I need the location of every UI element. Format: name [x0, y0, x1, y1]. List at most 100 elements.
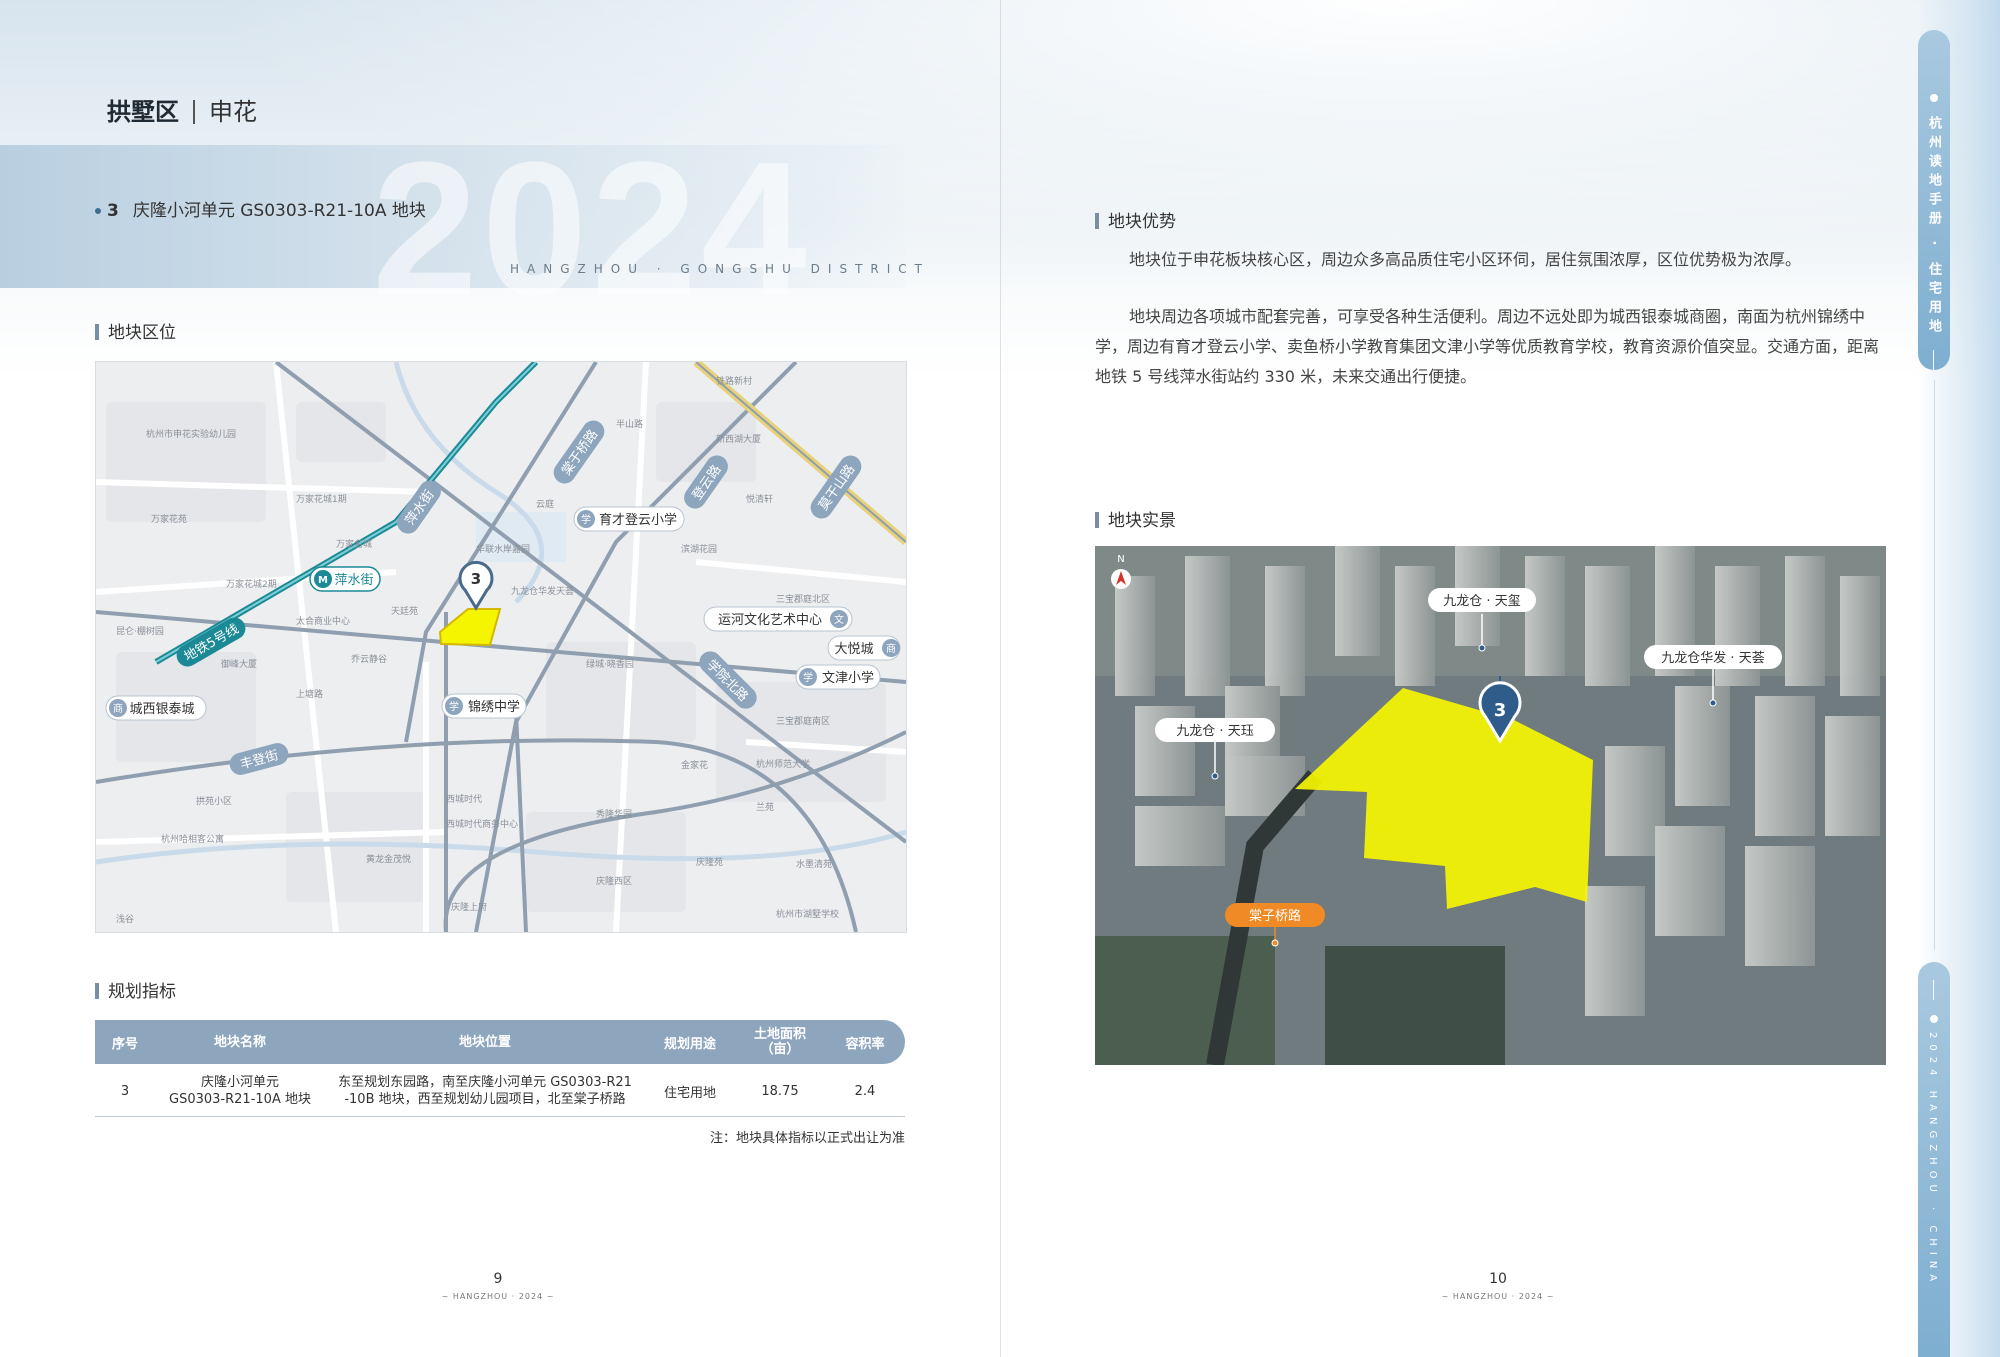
side-tab-title: 杭州读地手册 · 住宅用地 [1926, 116, 1941, 338]
svg-text:金家花: 金家花 [681, 759, 708, 771]
svg-text:商: 商 [113, 702, 123, 715]
svg-text:御峰大厦: 御峰大厦 [221, 658, 257, 670]
td-location: 东至规划东园路，南至庆隆小河单元 GS0303-R21 -10B 地块，西至规划… [338, 1075, 632, 1107]
side-tab-bottom[interactable]: 2024 HANGZHOU · CHINA [1918, 962, 1950, 1357]
page-footer-left: ~ HANGZHOU · 2024 ~ [441, 1292, 555, 1301]
photo-marker-number: 3 [1494, 700, 1507, 721]
table-row: 3 庆隆小河单元 GS0303-R21-10A 地块 东至规划东园路，南至庆隆小… [95, 1066, 905, 1117]
poi-label: 学 育才登云小学 [573, 506, 685, 532]
section-advantage-label: 地块优势 [1108, 212, 1176, 232]
side-divider [1934, 380, 1935, 950]
section-photo-label: 地块实景 [1108, 511, 1176, 531]
svg-text:城西银泰城: 城西银泰城 [129, 702, 194, 717]
breadcrumb: 拱墅区 申花 [107, 92, 257, 127]
svg-text:九龙仓 · 天珏: 九龙仓 · 天珏 [1176, 724, 1253, 739]
svg-text:万家花城1期: 万家花城1期 [296, 493, 347, 505]
compass-icon [1111, 569, 1131, 589]
metro-station-label: M 萍水街 [309, 566, 381, 592]
th-use: 规划用途 [663, 1036, 716, 1052]
district-caption: HANGZHOU · GONGSHU DISTRICT [510, 262, 930, 276]
svg-text:文: 文 [834, 613, 844, 626]
page-fold [1000, 0, 1001, 1357]
advantage-paragraph-2: 地块周边各项城市配套完善，可享受各种生活便利。周边不远处即为城西银泰城商圈，南面… [1095, 307, 1880, 386]
page-number-left: 9 [493, 1271, 503, 1287]
th-index: 序号 [111, 1036, 138, 1052]
svg-text:乔云静谷: 乔云静谷 [351, 653, 387, 665]
poi-label: 商 城西银泰城 [105, 695, 207, 721]
svg-text:铁路新村: 铁路新村 [716, 375, 752, 387]
compass-label: N [1117, 554, 1124, 565]
page-number-right: 10 [1489, 1271, 1507, 1287]
poi-label: 学 锦绣中学 [441, 693, 527, 719]
section-location: 地块区位 [95, 318, 176, 343]
section-planning-label: 规划指标 [108, 982, 176, 1002]
th-area: 土地面积 （亩） [753, 1027, 806, 1057]
side-dot-icon [1930, 1015, 1938, 1023]
svg-text:上塘路: 上塘路 [296, 688, 323, 700]
page-footer-right: ~ HANGZHOU · 2024 ~ [1441, 1292, 1555, 1301]
section-location-label: 地块区位 [108, 323, 176, 343]
plot-title: 3 庆隆小河单元 GS0303-R21-10A 地块 [95, 196, 426, 221]
svg-text:三宝郡庭南区: 三宝郡庭南区 [776, 715, 830, 727]
svg-text:棠子桥路: 棠子桥路 [1249, 908, 1301, 924]
svg-text:天廷苑: 天廷苑 [391, 605, 418, 617]
breadcrumb-separator [193, 100, 195, 124]
svg-text:黄龙金茂悦: 黄龙金茂悦 [366, 853, 411, 865]
district-label: 拱墅区 [107, 98, 179, 126]
side-tab-subtitle: 2024 HANGZHOU · CHINA [1927, 1032, 1938, 1288]
svg-text:大悦城: 大悦城 [834, 642, 873, 657]
section-planning: 规划指标 [95, 977, 176, 1002]
advantage-paragraph-1: 地块位于申花板块核心区，周边众多高品质住宅小区环伺，居住氛围浓厚，区位优势极为浓… [1129, 250, 1802, 269]
td-name: 庆隆小河单元 GS0303-R21-10A 地块 [169, 1075, 311, 1107]
svg-text:M: M [318, 575, 328, 586]
section-photo: 地块实景 [1095, 506, 1176, 531]
svg-text:云庭: 云庭 [536, 498, 554, 510]
side-tab-line [1933, 980, 1934, 1000]
poi-label: 学 文津小学 [795, 664, 881, 690]
poi-label: 商 大悦城 [827, 635, 901, 661]
svg-text:昆仑·棚树园: 昆仑·棚树园 [116, 625, 164, 637]
td-area: 18.75 [761, 1083, 799, 1099]
svg-text:九龙仓 · 天玺: 九龙仓 · 天玺 [1443, 594, 1520, 609]
svg-text:三宝郡庭北区: 三宝郡庭北区 [776, 593, 830, 605]
svg-text:万家花苑: 万家花苑 [151, 513, 187, 525]
section-bar-icon [1095, 213, 1099, 229]
location-map[interactable]: 3 萍水街 地铁5号线 丰登街 登云路 棠于桥路 莫干山路 学院北路 M 萍水街… [95, 361, 907, 933]
side-tab-line [1933, 350, 1934, 370]
td-far: 2.4 [854, 1083, 876, 1099]
svg-text:育才登云小学: 育才登云小学 [599, 512, 677, 528]
svg-text:华联水岸嘉园: 华联水岸嘉园 [476, 543, 530, 555]
aerial-photo[interactable]: 3 N 九龙仓 · 天玺 九龙仓华发 · 天荟 九龙仓 · 天珏 棠子桥路 [1095, 546, 1886, 1065]
section-advantage: 地块优势 [1095, 207, 1176, 232]
svg-text:新西湖大厦: 新西湖大厦 [716, 433, 761, 445]
svg-text:半山路: 半山路 [616, 418, 643, 430]
svg-text:万家名城: 万家名城 [336, 538, 372, 550]
side-tab-top[interactable]: 杭州读地手册 · 住宅用地 [1918, 30, 1950, 370]
svg-text:庆隆苑: 庆隆苑 [696, 856, 723, 868]
svg-text:西城时代: 西城时代 [446, 793, 482, 805]
plot-name: 庆隆小河单元 GS0303-R21-10A 地块 [132, 201, 426, 221]
svg-text:文津小学: 文津小学 [822, 670, 874, 686]
plot-number: 3 [107, 201, 119, 221]
th-name: 地块名称 [213, 1034, 266, 1050]
section-bar-icon [95, 324, 99, 340]
svg-text:九龙仓华发 · 天荟: 九龙仓华发 · 天荟 [1661, 650, 1764, 666]
svg-text:九龙仓华发天荟: 九龙仓华发天荟 [511, 585, 574, 597]
td-index: 3 [120, 1083, 130, 1099]
svg-text:兰苑: 兰苑 [756, 801, 774, 813]
svg-text:滨湖花园: 滨湖花园 [681, 543, 717, 555]
svg-text:学: 学 [581, 513, 591, 526]
td-use: 住宅用地 [663, 1085, 716, 1101]
svg-text:秀隆华园: 秀隆华园 [596, 808, 632, 820]
svg-text:拱苑小区: 拱苑小区 [196, 795, 232, 807]
svg-text:庆隆西区: 庆隆西区 [596, 875, 632, 887]
section-bar-icon [1095, 512, 1099, 528]
area-label: 申花 [209, 98, 257, 126]
svg-text:浅谷: 浅谷 [116, 913, 134, 925]
svg-text:运河文化艺术中心: 运河文化艺术中心 [718, 613, 822, 628]
svg-text:悦清轩: 悦清轩 [746, 493, 773, 505]
svg-text:锦绣中学: 锦绣中学 [468, 699, 520, 715]
svg-text:水墨清苑: 水墨清苑 [796, 858, 832, 870]
svg-text:绿城·晓香园: 绿城·晓香园 [586, 658, 634, 670]
map-marker-number: 3 [471, 570, 481, 588]
